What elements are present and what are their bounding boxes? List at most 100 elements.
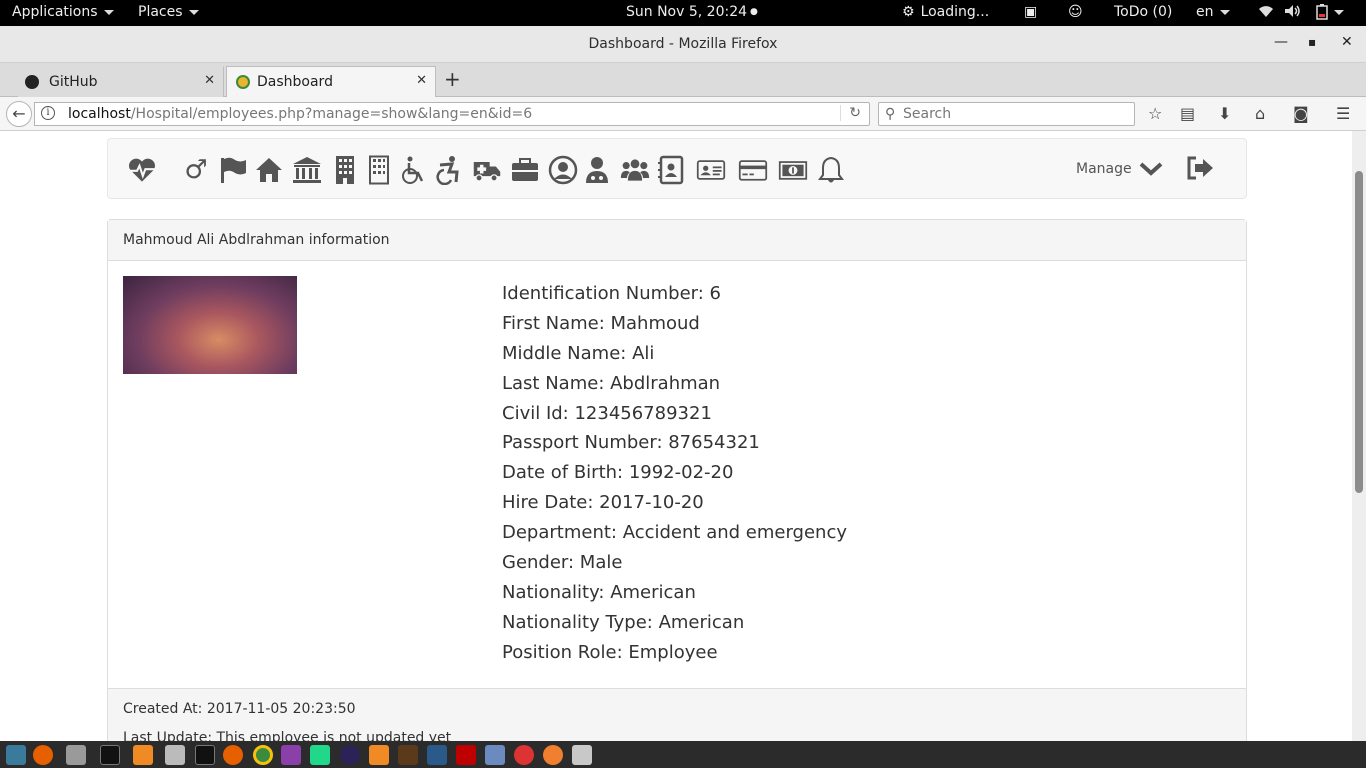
url-text[interactable]: localhost/Hospital/employees.php?manage=… [68,106,532,122]
terminal-icon[interactable] [100,745,120,765]
tab-label: GitHub [49,74,98,90]
files-icon[interactable] [66,745,86,765]
panel-heading: Mahmoud Ali Abdlrahman information [108,220,1246,261]
middle-name: Middle Name: Ali [502,342,655,364]
applications-menu[interactable]: Applications [12,4,114,20]
page-content: ♂ Manage Mahmoud Ali Abdlrahman informat… [0,131,1352,741]
tab-bar: GitHub ✕ Dashboard ✕ + [0,63,1366,97]
url-bar[interactable]: i localhost/Hospital/employees.php?manag… [34,102,870,126]
credit-card-icon[interactable] [736,155,770,185]
last-name: Last Name: Abdlrahman [502,372,721,394]
briefcase-icon[interactable] [510,155,540,185]
home-icon[interactable] [254,155,284,185]
address-book-icon[interactable] [656,155,686,185]
nationality-type: Nationality Type: American [502,611,745,633]
reload-icon[interactable]: ↻ [840,105,861,121]
manage-dropdown[interactable]: Manage [1076,160,1164,178]
firefox-2-icon[interactable] [223,745,243,765]
page-scrollbar[interactable] [1352,131,1366,741]
employee-details: Identification Number: 6 First Name: Mah… [502,282,847,671]
tab-github[interactable]: GitHub ✕ [18,66,224,97]
bookmark-star-icon[interactable]: ☆ [1148,104,1162,123]
firefox-icon[interactable] [33,745,53,765]
applications-label: Applications [12,4,98,20]
user-md-icon[interactable] [582,155,612,185]
heartbeat-icon[interactable] [124,155,160,185]
monkey-icon[interactable]: ☺ [1068,4,1083,20]
building-icon[interactable] [330,155,360,185]
url-path: /Hospital/employees.php?manage=show&lang… [130,106,533,122]
employee-info-panel: Mahmoud Ali Abdlrahman information Ident… [107,219,1247,741]
places-menu[interactable]: Places [138,4,199,20]
show-desktop-icon[interactable] [6,745,26,765]
money-icon[interactable] [776,155,810,185]
clock-label: Sun Nov 5, 20:24 [626,4,748,20]
filezilla-icon[interactable] [456,745,476,765]
mysql-workbench-icon[interactable] [427,745,447,765]
umbrello-icon[interactable] [485,745,505,765]
scrollbar-thumb[interactable] [1355,171,1363,493]
hamburger-menu-icon[interactable]: ☰ [1336,104,1350,123]
building-outline-icon[interactable] [364,155,394,185]
gnome-top-bar: Applications Places Sun Nov 5, 20:24 ● ⚙ L… [0,0,1366,26]
minimize-button[interactable]: — [1274,34,1288,50]
pocket-icon[interactable]: ◙ [1293,104,1309,123]
terminal-2-icon[interactable] [195,745,215,765]
ambulance-icon[interactable] [470,155,504,185]
close-tab-icon[interactable]: ✕ [204,73,215,88]
search-icon: ⚲ [885,106,896,122]
wifi-icon[interactable] [1258,4,1274,18]
tab-dashboard[interactable]: Dashboard ✕ [226,66,436,97]
close-window-button[interactable]: ✕ [1341,34,1353,50]
gender: Gender: Male [502,552,623,574]
sign-out-icon[interactable] [1186,155,1214,185]
wheelchair-icon[interactable] [398,155,428,185]
chevron-down-icon [103,9,114,15]
spinner-icon: ⚙ [902,4,915,20]
lifesaver-icon[interactable] [514,745,534,765]
pycharm-icon[interactable] [310,745,330,765]
chevron-down-icon [1139,162,1162,176]
loading-indicator[interactable]: ⚙ Loading... [902,4,989,20]
home-icon[interactable]: ⌂ [1255,104,1265,123]
university-icon[interactable] [292,155,322,185]
reading-list-icon[interactable]: ▤ [1180,104,1195,123]
todo-label: ToDo (0) [1114,4,1173,20]
back-button[interactable]: ← [6,101,32,127]
postman-icon[interactable] [543,745,563,765]
sublime-text-icon[interactable] [133,745,153,765]
bell-icon[interactable] [816,155,846,185]
app-icon[interactable] [398,745,418,765]
wheelchair-alt-icon[interactable] [432,155,462,185]
todo-indicator[interactable]: ToDo (0) [1114,4,1172,20]
search-bar[interactable]: ⚲ Search [878,102,1135,126]
text-editor-icon[interactable] [165,745,185,765]
chevron-down-icon [188,9,199,15]
tab-label: Dashboard [257,74,333,90]
address-card-icon[interactable] [694,155,728,185]
battery-icon[interactable] [1316,4,1344,20]
volume-icon[interactable] [1284,4,1302,18]
maximize-button[interactable]: ▪ [1308,35,1316,49]
chrome-icon[interactable] [253,745,273,765]
clock[interactable]: Sun Nov 5, 20:24 ● [626,4,758,20]
language-menu[interactable]: en [1196,4,1230,20]
language-label: en [1196,4,1214,20]
video-icon[interactable]: ▣ [1024,4,1037,20]
screenshot-icon[interactable] [572,745,592,765]
eclipse-icon[interactable] [340,745,360,765]
site-info-icon[interactable]: i [41,106,55,120]
phpstorm-icon[interactable] [281,745,301,765]
new-tab-button[interactable]: + [444,67,461,91]
panel-footer: Created At: 2017-11-05 20:23:50 Last Upd… [108,688,1246,741]
flag-icon[interactable] [218,155,248,185]
search-placeholder: Search [903,106,952,122]
mars-icon[interactable]: ♂ [181,155,211,185]
chevron-down-icon [1219,9,1230,15]
created-at: Created At: 2017-11-05 20:23:50 [123,701,356,717]
sublime-text-2-icon[interactable] [369,745,389,765]
users-icon[interactable] [618,155,652,185]
close-tab-icon[interactable]: ✕ [416,73,427,88]
user-circle-icon[interactable] [548,155,578,185]
download-icon[interactable]: ⬇ [1218,104,1231,123]
